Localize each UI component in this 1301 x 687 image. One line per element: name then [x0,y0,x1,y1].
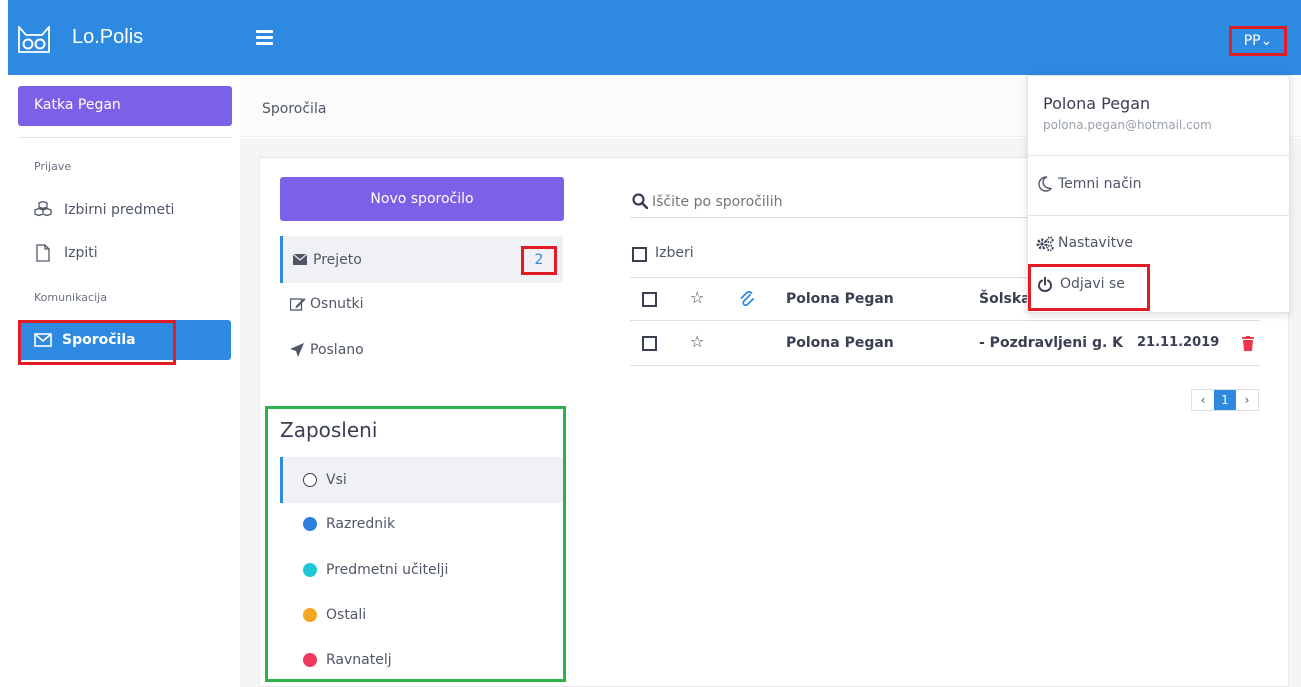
filter-ostali[interactable]: Ostali [303,607,366,623]
cogs-icon [1036,235,1054,251]
folder-label: Prejeto [313,251,362,268]
sidebar-item-izbirni-predmeti[interactable]: Izbirni predmeti [34,201,174,219]
new-message-button[interactable]: Novo sporočilo [280,177,564,221]
current-user-button[interactable]: Katka Pegan [18,86,232,126]
sidebar-section-title: Prijave [34,160,72,173]
file-icon [36,244,50,262]
filters-title: Zaposleni [280,418,378,442]
brand-name[interactable]: Lo.Polis [72,26,143,49]
user-menu-button[interactable]: PP⌄ [1229,26,1287,56]
menu-item-settings[interactable]: Nastavitve [1036,235,1133,251]
message-subject: Šolska [979,291,1031,307]
dot-icon [303,608,317,622]
menu-item-dark-mode[interactable]: Temni način [1038,176,1142,192]
breadcrumb: Sporočila [262,101,327,117]
dropdown-divider [1027,155,1290,156]
filter-razrednik[interactable]: Razrednik [303,516,395,532]
trash-icon[interactable] [1242,336,1254,351]
pagination-next-button[interactable]: › [1236,390,1258,410]
row-checkbox[interactable] [642,336,657,351]
message-subject: - Pozdravljeni g. K [979,335,1124,351]
highlight-box-logout [1028,264,1150,311]
sidebar-item-izpiti[interactable]: Izpiti [34,244,98,262]
top-navbar [8,0,1301,75]
user-initials: PP [1243,33,1261,49]
circle-outline-icon [303,473,317,487]
dropdown-user-name: Polona Pegan [1043,94,1151,113]
send-icon [290,343,304,357]
dot-icon [303,563,317,577]
folder-poslano[interactable]: Poslano [290,342,364,358]
sidebar-item-label: Izbirni predmeti [64,202,175,218]
filter-vsi[interactable]: Vsi [280,457,563,503]
pagination-page-button[interactable]: 1 [1214,390,1236,410]
star-icon[interactable]: ☆ [690,288,704,307]
message-sender: Polona Pegan [786,291,894,307]
dot-icon [303,653,317,667]
filter-label: Razrednik [326,516,396,532]
dropdown-user-email: polona.pegan@hotmail.com [1043,118,1212,132]
dot-icon [303,517,317,531]
message-date: 21.11.2019 [1137,335,1220,350]
folder-label: Osnutki [310,296,364,312]
highlight-box-filters [265,406,566,682]
unread-count-badge: 2 [521,246,557,275]
sidebar-section-title: Komunikacija [34,291,107,304]
filter-label: Vsi [326,472,347,488]
chevron-down-icon: ⌄ [1260,33,1273,49]
filter-label: Ravnatelj [326,652,392,668]
select-all-checkbox[interactable] [632,247,647,262]
hamburger-menu-icon[interactable] [256,30,273,46]
filter-label: Ostali [326,607,367,623]
filter-label: Predmetni učitelji [326,562,449,578]
pagination: ‹ 1 › [1191,389,1259,411]
moon-icon [1038,176,1052,192]
search-icon [632,193,648,209]
search-underline [630,217,1030,218]
folder-osnutki[interactable]: Osnutki [290,296,364,312]
envelope-icon [293,254,307,265]
cubes-icon [34,201,52,217]
logo-icon [18,26,50,53]
message-sender: Polona Pegan [786,335,894,351]
star-icon[interactable]: ☆ [690,332,704,351]
pagination-prev-button[interactable]: ‹ [1192,390,1214,410]
select-all-label: Izberi [655,245,694,261]
filter-ravnatelj[interactable]: Ravnatelj [303,652,392,668]
edit-icon [290,298,306,311]
highlight-box-sporocila [18,320,176,365]
menu-item-label: Nastavitve [1058,235,1133,251]
paperclip-icon [740,291,754,307]
filter-predmetni-ucitelji[interactable]: Predmetni učitelji [303,562,448,578]
folder-label: Poslano [310,342,364,358]
dropdown-divider [1027,215,1290,216]
message-row[interactable]: ☆ Polona Pegan - Pozdravljeni g. K 21.11… [630,322,1260,366]
search-input[interactable] [652,190,1032,214]
menu-item-label: Temni način [1058,176,1142,192]
sidebar-divider [18,137,232,138]
sidebar-item-label: Izpiti [64,245,98,261]
row-checkbox[interactable] [642,292,657,307]
